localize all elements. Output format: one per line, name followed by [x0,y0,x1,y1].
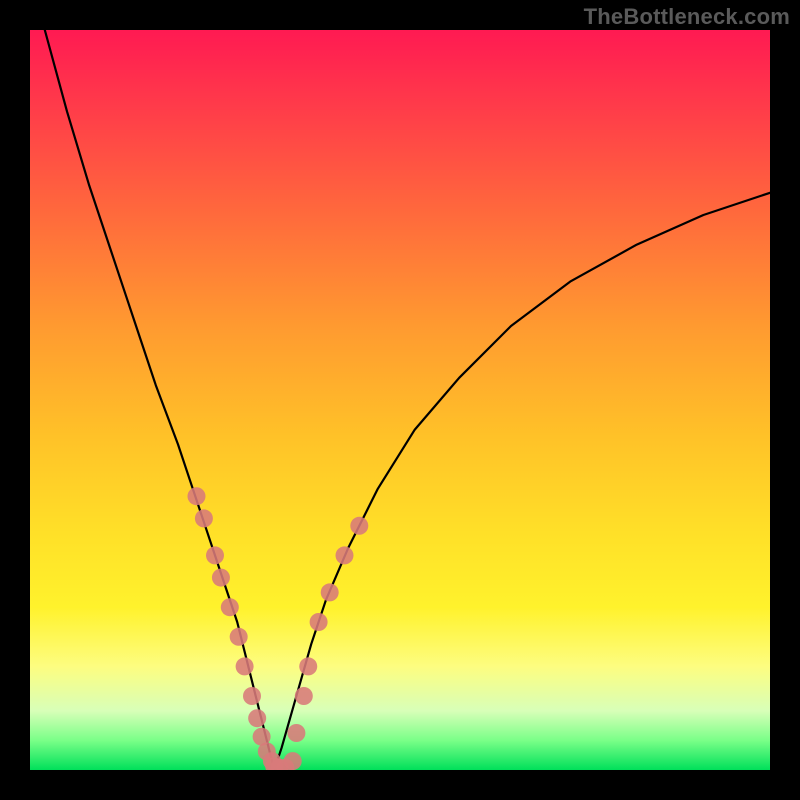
highlight-point [248,709,266,727]
watermark-text: TheBottleneck.com [584,4,790,30]
highlight-point [195,509,213,527]
highlight-point [230,628,248,646]
chart-overlay-svg [30,30,770,770]
highlight-point [206,546,224,564]
chart-frame: TheBottleneck.com [0,0,800,800]
highlight-point [188,487,206,505]
curve-right-branch [274,193,770,770]
highlight-point [284,752,302,770]
highlight-point [221,598,239,616]
highlight-point [212,569,230,587]
highlight-point [321,583,339,601]
highlight-point [236,657,254,675]
highlight-point [243,687,261,705]
highlight-point [287,724,305,742]
curve-group [45,30,770,770]
highlight-point [295,687,313,705]
marker-group [188,487,369,770]
highlight-point [299,657,317,675]
highlight-point [336,546,354,564]
highlight-point [310,613,328,631]
plot-area [30,30,770,770]
highlight-point [350,517,368,535]
